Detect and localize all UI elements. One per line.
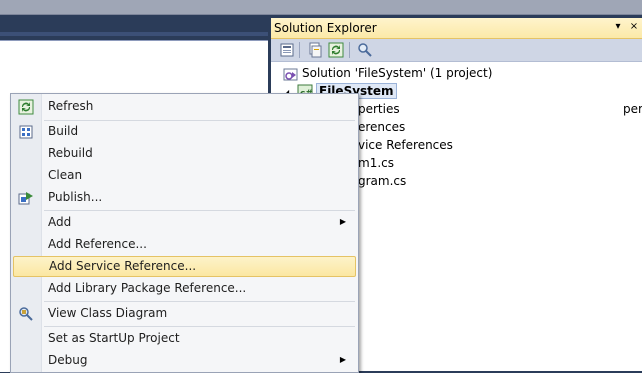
menu-separator [44, 326, 355, 327]
menu-item-build[interactable]: Build [13, 121, 354, 142]
window-top-bar [0, 0, 642, 15]
tree-item-label: m1.cs [358, 156, 394, 170]
tree-item-label: perties [358, 102, 400, 116]
menu-item-icon-slot [13, 165, 39, 186]
tree-item-label: vice References [358, 138, 453, 152]
menu-item-publish[interactable]: Publish... [13, 187, 354, 208]
editor-tab-strip [0, 18, 268, 36]
menu-item-icon-slot [13, 234, 39, 255]
menu-item-label: Build [48, 124, 79, 138]
menu-item-add[interactable]: Add ▶ [13, 212, 354, 233]
publish-icon [13, 187, 39, 208]
menu-item-add-reference[interactable]: Add Reference... [13, 234, 354, 255]
toolbar-separator [299, 42, 300, 58]
menu-item-icon-slot [13, 212, 39, 233]
solution-explorer-title: Solution Explorer [274, 21, 377, 35]
menu-item-label: View Class Diagram [48, 306, 168, 320]
menu-item-icon-slot [13, 278, 39, 299]
solution-explorer-title-bar[interactable]: Solution Explorer ▾ × [271, 18, 642, 39]
menu-item-rebuild[interactable]: Rebuild [13, 143, 354, 164]
menu-item-icon-slot [13, 350, 39, 371]
menu-item-icon-slot [14, 256, 40, 277]
build-icon [13, 121, 39, 142]
tree-item-solution[interactable]: Solution 'FileSystem' (1 project) [283, 64, 492, 82]
submenu-arrow-icon: ▶ [339, 355, 346, 364]
refresh-icon [13, 96, 39, 117]
menu-separator [44, 301, 355, 302]
menu-item-label: Add Reference... [48, 237, 147, 251]
menu-item-label: Debug [48, 353, 88, 367]
tree-item-properties[interactable]: perties [623, 100, 642, 118]
show-all-files-icon[interactable] [307, 42, 323, 58]
menu-item-label: Rebuild [48, 146, 93, 160]
menu-item-icon-slot [13, 328, 39, 349]
tree-item-service-references[interactable]: vice References [358, 136, 453, 154]
menu-item-set-as-startup-project[interactable]: Set as StartUp Project [13, 328, 354, 349]
tree-item-form1[interactable]: m1.cs [358, 154, 394, 172]
class-diagram-icon [13, 303, 39, 324]
menu-item-icon-slot [13, 143, 39, 164]
menu-item-label: Add [48, 215, 72, 229]
menu-separator [44, 210, 355, 211]
menu-item-add-service-reference[interactable]: Add Service Reference... [13, 256, 356, 277]
menu-item-clean[interactable]: Clean [13, 165, 354, 186]
tree-item-label: gram.cs [358, 174, 407, 188]
menu-item-label: Publish... [48, 190, 103, 204]
close-icon[interactable]: × [627, 20, 641, 34]
menu-item-label: Clean [48, 168, 83, 182]
tree-item-program[interactable]: gram.cs [358, 172, 406, 190]
submenu-arrow-icon: ▶ [339, 217, 346, 226]
solution-explorer-toolbar [271, 39, 642, 62]
tree-item-references[interactable]: erences [358, 118, 405, 136]
window-position-dropdown-icon[interactable]: ▾ [611, 20, 625, 34]
menu-item-label: Add Service Reference... [49, 259, 197, 273]
menu-item-view-class-diagram[interactable]: View Class Diagram [13, 303, 354, 324]
tree-item-label: erences [358, 120, 406, 134]
menu-item-debug[interactable]: Debug ▶ [13, 350, 354, 371]
menu-item-label: Refresh [48, 99, 94, 113]
menu-item-label: Set as StartUp Project [48, 331, 180, 345]
project-context-menu: Refresh Build Rebuild Clean Publish... A… [10, 93, 359, 373]
menu-item-label: Add Library Package Reference... [48, 281, 247, 295]
tree-item-label: perties [623, 102, 642, 116]
toolbar-separator [349, 42, 350, 58]
class-view-icon[interactable] [357, 42, 373, 58]
menu-item-add-library-package-reference[interactable]: Add Library Package Reference... [13, 278, 354, 299]
solution-icon [283, 66, 299, 82]
tab-strip-accent [0, 32, 268, 36]
menu-item-refresh[interactable]: Refresh [13, 96, 354, 117]
tree-item-label: Solution 'FileSystem' (1 project) [302, 66, 493, 80]
refresh-icon[interactable] [328, 42, 344, 58]
properties-icon[interactable] [279, 42, 295, 58]
tree-item-properties[interactable]: perties [358, 100, 400, 118]
